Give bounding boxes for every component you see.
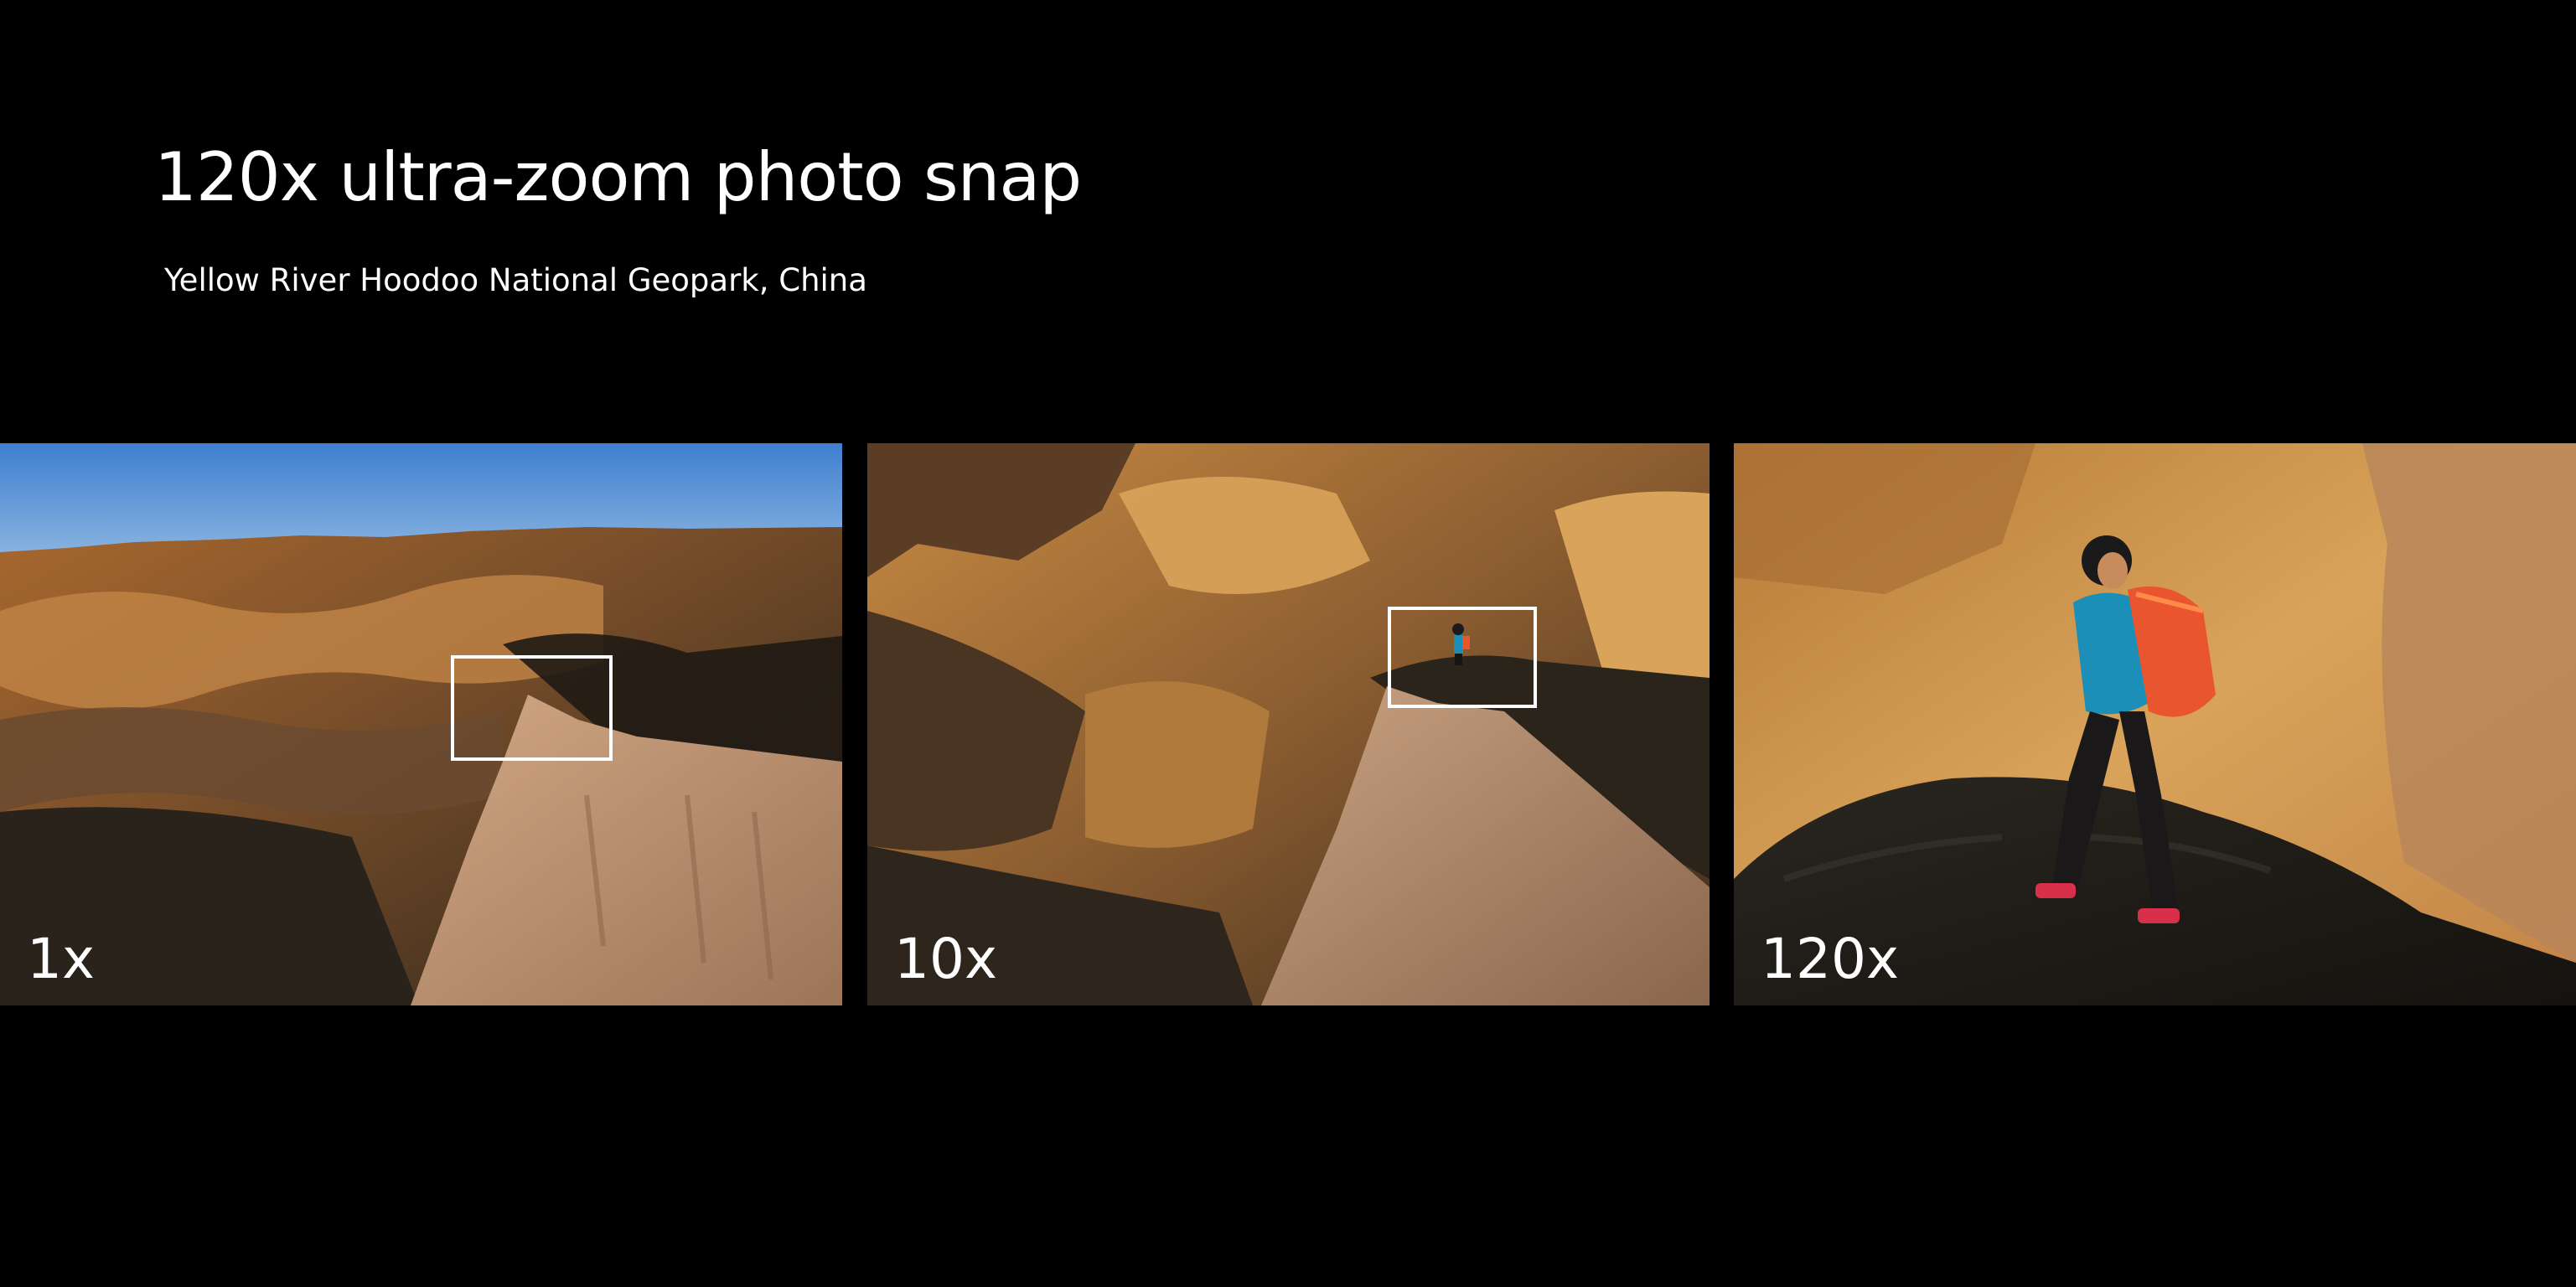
page-title: 120x ultra-zoom photo snap — [154, 138, 1082, 216]
zoom-indicator-box — [451, 655, 613, 761]
page-subtitle: Yellow River Hoodoo National Geopark, Ch… — [164, 262, 867, 298]
zoom-label-10x: 10x — [894, 927, 998, 991]
zoom-label-1x: 1x — [27, 927, 96, 991]
landscape-photo-1x — [0, 443, 842, 1005]
landscape-photo-10x — [867, 443, 1710, 1005]
photo-panel-10x: 10x — [867, 443, 1710, 1005]
zoom-indicator-box — [1388, 607, 1537, 708]
photo-panel-120x: 120x — [1734, 443, 2576, 1005]
hiker-photo-120x — [1734, 443, 2576, 1005]
zoom-label-120x: 120x — [1761, 927, 1900, 991]
photo-panel-1x: 1x — [0, 443, 842, 1005]
